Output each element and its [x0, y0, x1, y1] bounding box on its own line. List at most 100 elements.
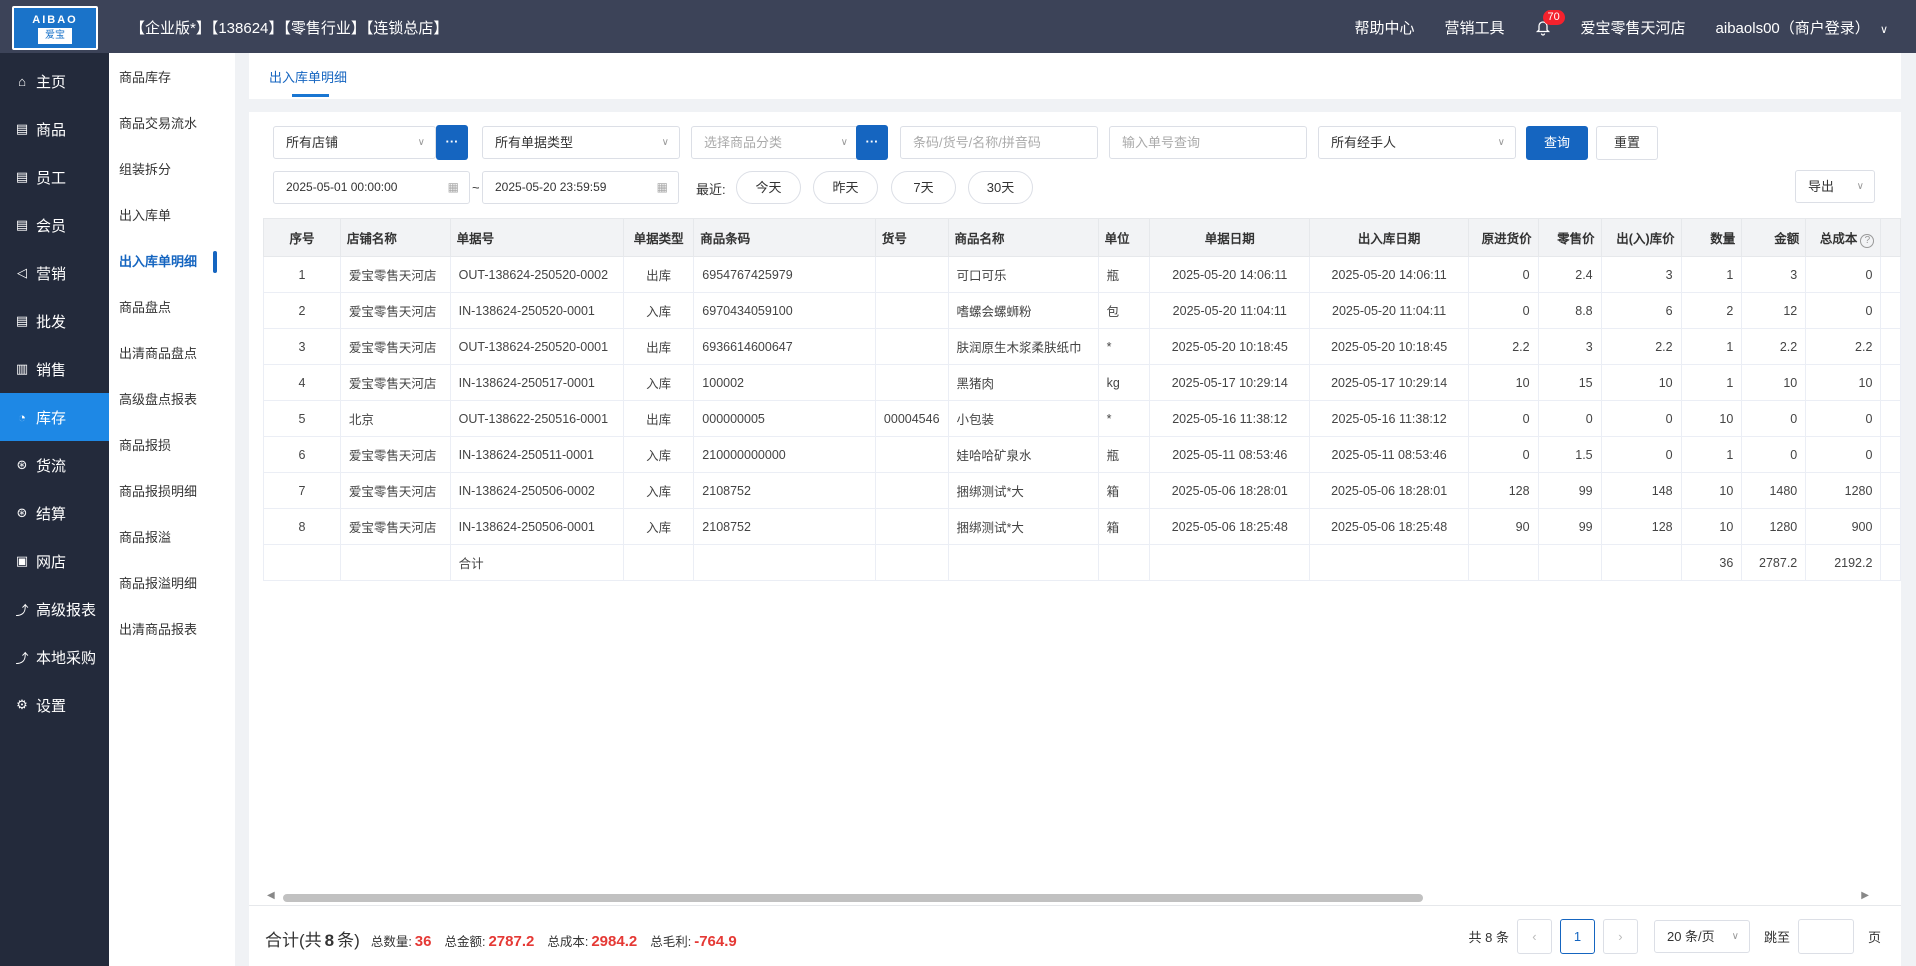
column-header[interactable]: 单据日期	[1149, 218, 1311, 257]
subnav-item[interactable]: 商品报损明细	[109, 469, 235, 515]
table-row[interactable]: 4 爱宝零售天河店 IN-138624-250517-0001 入库 100002 黑猪肉…	[263, 364, 1901, 401]
scroll-right-icon[interactable]: ▶	[1861, 890, 1869, 901]
aibao-logo[interactable]: AIBAO 爱宝	[12, 6, 98, 50]
table-cell: 0	[1468, 256, 1539, 293]
range-today-button[interactable]: 今天	[736, 171, 801, 204]
table-row[interactable]: 5 北京 OUT-138622-250516-0001 出库 000000005 0000…	[263, 400, 1901, 437]
range-yesterday-button[interactable]: 昨天	[813, 171, 878, 204]
sidebar-item-report[interactable]: ⤴ 高级报表	[0, 585, 109, 633]
sidebar-item-purchase[interactable]: ⤴ 本地采购	[0, 633, 109, 681]
subnav-item[interactable]: 商品库存	[109, 55, 235, 101]
sidebar-item-inventory[interactable]: ◔ 库存	[0, 393, 109, 441]
doc-number-input[interactable]: 输入单号查询	[1109, 126, 1307, 159]
column-header[interactable]: 单据号	[449, 218, 625, 257]
column-header[interactable]: 货号	[874, 218, 949, 257]
sidebar-item-settlement[interactable]: ⊛ 结算	[0, 489, 109, 537]
store-picker-button[interactable]: ···	[436, 125, 468, 160]
sidebar-item-logistics[interactable]: ⊛ 货流	[0, 441, 109, 489]
chevron-down-icon: ∨	[417, 137, 425, 148]
product-code-input[interactable]: 条码/货号/名称/拼音码	[900, 126, 1098, 159]
subnav-item[interactable]: 商品报溢	[109, 515, 235, 561]
table-cell: 出库	[623, 256, 695, 293]
category-select[interactable]: 选择商品分类 ∨	[691, 126, 859, 159]
subnav-item[interactable]: 出入库单	[109, 193, 235, 239]
page-size-select[interactable]: 20 条/页 ∨	[1653, 920, 1750, 953]
subnav-item[interactable]: 出入库单明细	[109, 239, 235, 285]
handler-select[interactable]: 所有经手人 ∨	[1318, 126, 1516, 159]
column-header[interactable]: 出入库日期	[1309, 218, 1470, 257]
sidebar-item-wholesale[interactable]: ▤ 批发	[0, 297, 109, 345]
range-7days-button[interactable]: 7天	[891, 171, 956, 204]
reset-button[interactable]: 重置	[1596, 126, 1658, 160]
range-30days-button[interactable]: 30天	[968, 171, 1033, 204]
scroll-left-icon[interactable]: ◀	[267, 890, 275, 901]
subnav-item[interactable]: 组装拆分	[109, 147, 235, 193]
query-button[interactable]: 查询	[1526, 126, 1588, 160]
page-number-button[interactable]: 1	[1559, 919, 1595, 954]
current-store[interactable]: 爱宝零售天河店	[1581, 17, 1686, 38]
column-header[interactable]: 店铺名称	[339, 218, 451, 257]
horizontal-scrollbar[interactable]: ◀ ▶	[263, 890, 1873, 903]
notification-bell-icon[interactable]: 70	[1535, 9, 1565, 36]
settlement-icon: ⊛	[16, 505, 28, 520]
subnav-item[interactable]: 商品盘点	[109, 285, 235, 331]
column-header[interactable]: 总成本?	[1805, 218, 1882, 257]
table-cell: 爱宝零售天河店	[339, 256, 451, 293]
column-header[interactable]: 商品名称	[947, 218, 1099, 257]
store-select[interactable]: 所有店铺 ∨	[273, 126, 436, 159]
table-cell: 4	[263, 364, 341, 401]
scrollbar-thumb[interactable]	[283, 894, 1423, 902]
subnav-item[interactable]: 出清商品盘点	[109, 331, 235, 377]
marketing-tools-link[interactable]: 营销工具	[1445, 17, 1505, 38]
column-header-label: 单据类型	[633, 232, 684, 246]
subnav-item[interactable]: 商品报损	[109, 423, 235, 469]
column-header[interactable]: 原进货价	[1468, 218, 1539, 257]
sidebar-item-goods[interactable]: ▤ 商品	[0, 105, 109, 153]
sidebar-item-member[interactable]: ▤ 会员	[0, 201, 109, 249]
next-page-button[interactable]: ›	[1602, 919, 1638, 954]
subnav-item[interactable]: 商品报溢明细	[109, 561, 235, 607]
column-header[interactable]: 零售价	[1537, 218, 1602, 257]
table-cell: 嗜螺会螺蛳粉	[947, 292, 1099, 329]
table-row[interactable]: 1 爱宝零售天河店 OUT-138624-250520-0002 出库 69547674…	[263, 256, 1901, 293]
tab-inout-detail[interactable]: 出入库单明细	[269, 67, 347, 86]
export-button[interactable]: 导出 ∨	[1795, 170, 1875, 203]
column-header[interactable]: 单位	[1097, 218, 1151, 257]
help-icon[interactable]: ?	[1860, 233, 1875, 248]
table-row[interactable]: 7 爱宝零售天河店 IN-138624-250506-0002 入库 2108752 捆绑…	[263, 472, 1901, 509]
column-header[interactable]: 商品条码	[693, 218, 876, 257]
prev-page-button[interactable]: ‹	[1516, 919, 1552, 954]
table-cell: 10	[1680, 400, 1743, 437]
column-header[interactable]: 单据类型	[623, 218, 695, 257]
column-header-label: 零售价	[1557, 232, 1595, 246]
sidebar-item-home[interactable]: ⌂ 主页	[0, 57, 109, 105]
table-cell-overflow	[1880, 400, 1901, 437]
subnav-item[interactable]: 商品交易流水	[109, 101, 235, 147]
table-row[interactable]: 6 爱宝零售天河店 IN-138624-250511-0001 入库 210000000…	[263, 436, 1901, 473]
column-header[interactable]: 金额	[1741, 218, 1807, 257]
subnav-item[interactable]: 高级盘点报表	[109, 377, 235, 423]
help-center-link[interactable]: 帮助中心	[1354, 17, 1414, 38]
table-row[interactable]: 2 爱宝零售天河店 IN-138624-250520-0001 入库 697043405…	[263, 292, 1901, 329]
user-menu[interactable]: aibaols00（商户登录） ∨	[1716, 17, 1888, 38]
column-header[interactable]: 序号	[263, 218, 341, 257]
doc-type-select[interactable]: 所有单据类型 ∨	[482, 126, 680, 159]
sidebar-item-settings[interactable]: ⚙ 设置	[0, 681, 109, 729]
date-to-input[interactable]: 2025-05-20 23:59:59 ▦	[482, 171, 679, 204]
date-from-input[interactable]: 2025-05-01 00:00:00 ▦	[273, 171, 470, 204]
table-total-row[interactable]: 合计 36 2787.2 2192.2	[263, 544, 1901, 581]
sidebar-item-sales[interactable]: ▥ 销售	[0, 345, 109, 393]
column-header[interactable]: 出(入)库价	[1600, 218, 1682, 257]
sidebar-item-webstore[interactable]: ▣ 网店	[0, 537, 109, 585]
table-row[interactable]: 8 爱宝零售天河店 IN-138624-250506-0001 入库 2108752 捆绑…	[263, 508, 1901, 545]
category-picker-button[interactable]: ···	[856, 125, 888, 160]
subnav-item[interactable]: 出清商品报表	[109, 607, 235, 653]
table-cell: IN-138624-250506-0001	[449, 508, 625, 545]
sidebar-item-marketing[interactable]: ◁ 营销	[0, 249, 109, 297]
jump-page-input[interactable]	[1797, 919, 1854, 954]
table-cell: 2025-05-06 18:28:01	[1309, 472, 1470, 509]
table-row[interactable]: 3 爱宝零售天河店 OUT-138624-250520-0001 出库 69366146…	[263, 328, 1901, 365]
sidebar-item-staff[interactable]: ▤ 员工	[0, 153, 109, 201]
table-cell: 2025-05-11 08:53:46	[1309, 436, 1470, 473]
column-header[interactable]: 数量	[1680, 218, 1743, 257]
